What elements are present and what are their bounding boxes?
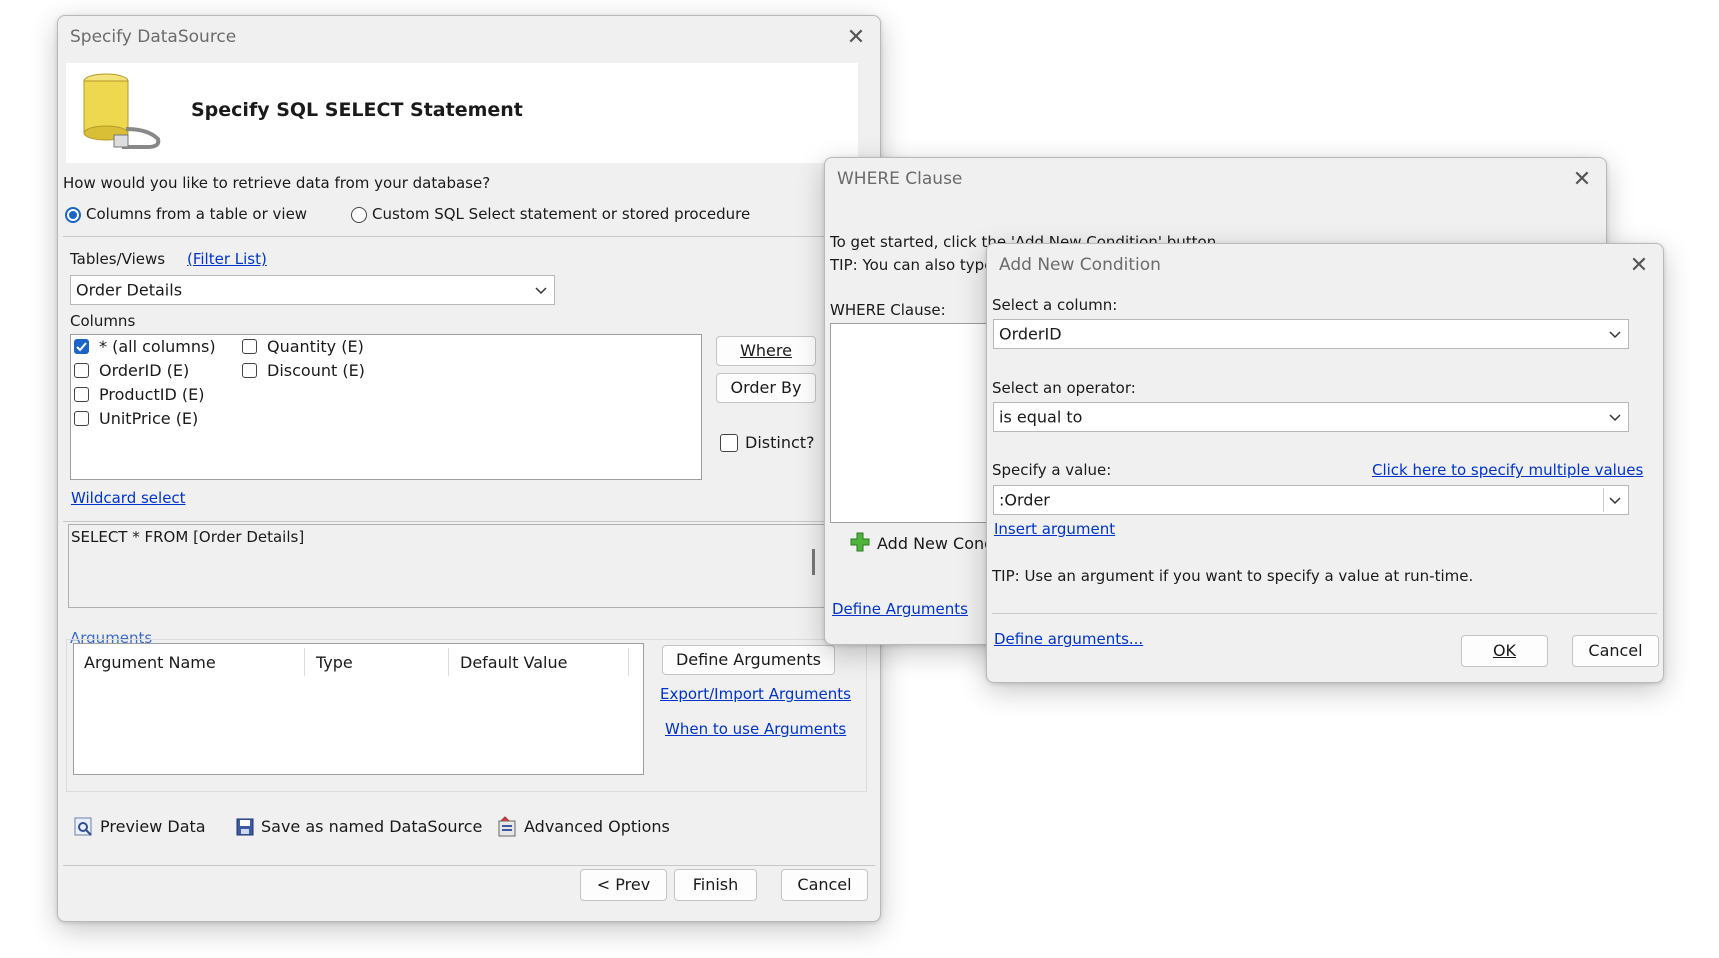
sql-text: SELECT * FROM [Order Details] (71, 528, 305, 546)
export-import-arguments-link[interactable]: Export/Import Arguments (660, 685, 851, 703)
close-button[interactable]: ✕ (842, 24, 870, 52)
add-new-condition-dialog: Add New Condition ✕ Select a column: Ord… (986, 243, 1664, 683)
ok-button[interactable]: OK (1461, 635, 1548, 667)
columns-list: * (all columns) OrderID (E) ProductID (E… (70, 334, 702, 480)
prev-button[interactable]: < Prev (580, 869, 667, 901)
select-operator-label: Select an operator: (992, 379, 1136, 397)
cancel-button[interactable]: Cancel (1572, 635, 1659, 667)
column-checkbox-unitprice[interactable] (74, 411, 89, 426)
when-to-use-arguments-link[interactable]: When to use Arguments (665, 720, 846, 738)
arg-header-type[interactable]: Type (316, 653, 353, 672)
define-arguments-button[interactable]: Define Arguments (662, 645, 835, 675)
dialog-title: WHERE Clause (837, 169, 963, 189)
preview-data-button[interactable]: Preview Data (100, 817, 206, 836)
specify-datasource-dialog: Specify DataSource ✕ Specify SQL SELECT … (57, 15, 881, 922)
question-label: How would you like to retrieve data from… (63, 174, 491, 192)
divider (63, 865, 875, 866)
multiple-values-link[interactable]: Click here to specify multiple values (1372, 461, 1643, 479)
condition-tip-text: TIP: Use an argument if you want to spec… (992, 567, 1474, 585)
close-button[interactable]: ✕ (1625, 252, 1653, 280)
value-dropdown-divider (1603, 488, 1604, 512)
finish-button[interactable]: Finish (674, 869, 757, 901)
operator-select[interactable]: is equal to (993, 402, 1629, 432)
chevron-down-icon (1609, 414, 1621, 422)
title-bar[interactable]: Specify DataSource ✕ (58, 16, 880, 60)
radio-columns[interactable] (65, 207, 81, 223)
sql-scrollbar-thumb[interactable] (812, 549, 815, 575)
column-label-discount[interactable]: Discount (E) (267, 361, 365, 380)
radio-columns-label[interactable]: Columns from a table or view (86, 205, 307, 223)
add-new-condition-button[interactable]: Add New Condi (877, 534, 999, 553)
advanced-options-button[interactable]: Advanced Options (524, 817, 670, 836)
add-plus-icon[interactable] (849, 531, 871, 553)
tables-views-label: Tables/Views (70, 250, 166, 268)
title-bar[interactable]: WHERE Clause ✕ (825, 158, 1606, 202)
column-checkbox-discount[interactable] (242, 363, 257, 378)
wildcard-select-link[interactable]: Wildcard select (71, 489, 186, 507)
close-icon: ✕ (1629, 253, 1649, 278)
column-select-value: OrderID (999, 324, 1062, 344)
specify-value-label: Specify a value: (992, 461, 1112, 479)
close-button[interactable]: ✕ (1568, 166, 1596, 194)
divider (63, 521, 875, 522)
divider (992, 613, 1657, 614)
value-input-text: :Order (999, 490, 1050, 510)
checkmark-icon (76, 342, 87, 352)
column-checkbox-orderid[interactable] (74, 363, 89, 378)
select-column-label: Select a column: (992, 296, 1118, 314)
header-panel: Specify SQL SELECT Statement (66, 63, 858, 163)
arg-header-name[interactable]: Argument Name (84, 653, 216, 672)
order-by-button[interactable]: Order By (716, 373, 816, 403)
column-label-all[interactable]: * (all columns) (99, 337, 216, 356)
close-icon: ✕ (846, 25, 866, 50)
operator-select-value: is equal to (999, 407, 1083, 427)
column-divider (304, 648, 305, 676)
define-arguments-link[interactable]: Define arguments... (994, 630, 1143, 648)
cancel-button[interactable]: Cancel (781, 869, 868, 901)
column-divider (448, 648, 449, 676)
database-icon (83, 73, 161, 149)
column-checkbox-all[interactable] (74, 339, 89, 354)
arguments-table: Argument Name Type Default Value (73, 643, 644, 775)
column-checkbox-quantity[interactable] (242, 339, 257, 354)
chevron-down-icon[interactable] (1608, 495, 1622, 505)
column-label-orderid[interactable]: OrderID (E) (99, 361, 189, 380)
column-label-productid[interactable]: ProductID (E) (99, 385, 204, 404)
radio-custom-sql[interactable] (351, 207, 367, 223)
filter-list-link[interactable]: (Filter List) (187, 250, 267, 268)
where-button[interactable]: Where (716, 336, 816, 366)
where-tip-text: TIP: You can also type (830, 256, 994, 274)
column-divider (628, 648, 629, 676)
column-label-quantity[interactable]: Quantity (E) (267, 337, 364, 356)
chevron-down-icon (1609, 331, 1621, 339)
dialog-title: Add New Condition (999, 255, 1161, 275)
header-title: Specify SQL SELECT Statement (191, 99, 523, 121)
tables-views-select[interactable]: Order Details (70, 275, 555, 305)
advanced-options-icon[interactable] (497, 816, 519, 838)
where-define-arguments-link[interactable]: Define Arguments (832, 600, 968, 618)
insert-argument-link[interactable]: Insert argument (994, 520, 1115, 538)
tables-views-value: Order Details (76, 280, 183, 300)
distinct-label[interactable]: Distinct? (745, 433, 815, 452)
save-named-datasource-button[interactable]: Save as named DataSource (261, 817, 482, 836)
dialog-title: Specify DataSource (70, 27, 237, 47)
columns-label: Columns (70, 312, 136, 330)
save-disk-icon[interactable] (236, 818, 254, 836)
divider (63, 236, 875, 237)
title-bar[interactable]: Add New Condition ✕ (987, 244, 1663, 288)
radio-custom-sql-label[interactable]: Custom SQL Select statement or stored pr… (372, 205, 750, 223)
arg-header-default[interactable]: Default Value (460, 653, 567, 672)
value-input[interactable]: :Order (993, 485, 1629, 515)
sql-text-area[interactable]: SELECT * FROM [Order Details] (68, 524, 868, 608)
close-icon: ✕ (1572, 167, 1592, 192)
chevron-down-icon (535, 287, 547, 295)
preview-data-icon[interactable] (73, 816, 95, 838)
distinct-checkbox[interactable] (720, 434, 738, 452)
where-clause-label: WHERE Clause: (830, 301, 946, 319)
column-label-unitprice[interactable]: UnitPrice (E) (99, 409, 198, 428)
column-select[interactable]: OrderID (993, 319, 1629, 349)
column-checkbox-productid[interactable] (74, 387, 89, 402)
